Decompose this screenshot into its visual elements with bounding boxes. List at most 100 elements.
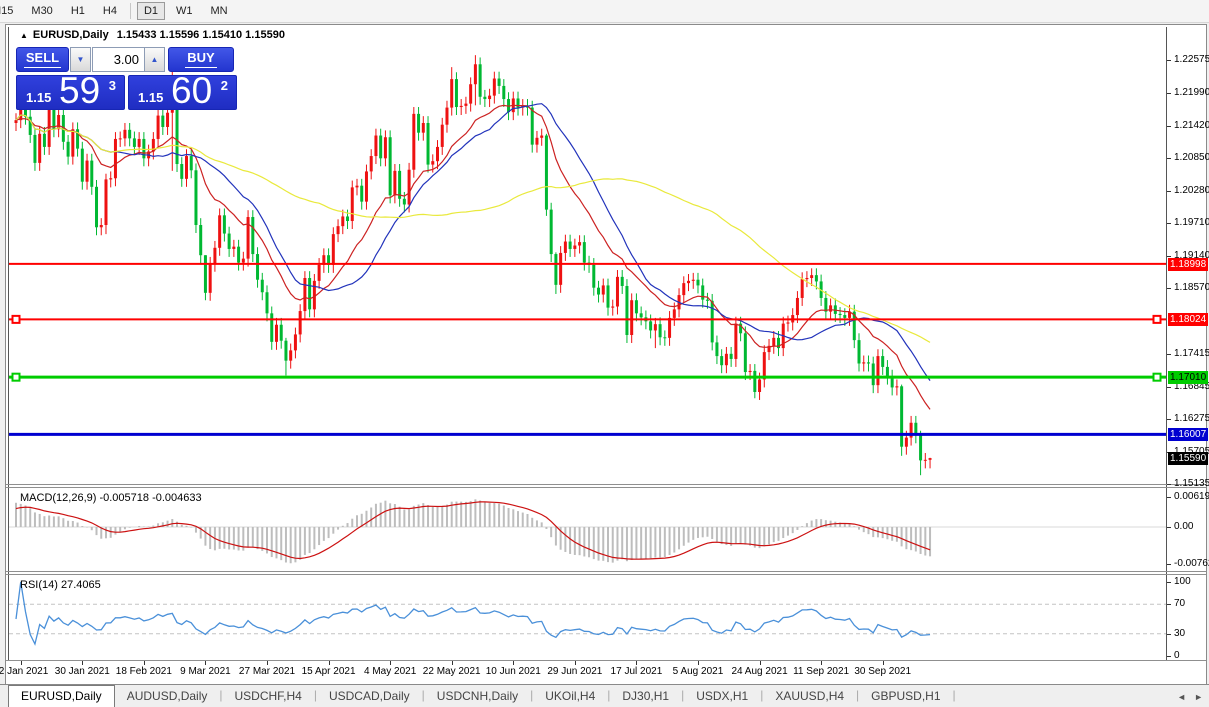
price-scale-label: 1.18570 <box>1174 282 1209 293</box>
time-axis-label: 9 Mar 2021 <box>180 666 231 677</box>
time-axis-tick <box>575 661 576 665</box>
buy-price-small: 1.15 <box>138 90 163 105</box>
price-scale-label: 1.20850 <box>1174 152 1209 163</box>
price-scale-label: 100 <box>1174 576 1191 587</box>
timeframe-toolbar: M15M30 H1H4 D1W1MN <box>0 0 1209 23</box>
price-scale-label: 0.006193 <box>1174 491 1209 502</box>
price-scale-label: 1.21990 <box>1174 87 1209 98</box>
time-axis-tick <box>267 661 268 665</box>
time-axis-label: 17 Jul 2021 <box>611 666 663 677</box>
time-axis-label: 30 Jan 2021 <box>55 666 110 677</box>
time-axis-label: 12 Jan 2021 <box>0 666 48 677</box>
toolbar-separator <box>130 3 131 19</box>
rsi-label: RSI(14) 27.4065 <box>20 579 101 591</box>
scale-tick-mark <box>1167 419 1171 420</box>
hline-price-badge: 1.16007 <box>1168 428 1208 441</box>
volume-increase-button[interactable]: ▲ <box>144 47 165 72</box>
time-axis-tick <box>21 661 22 665</box>
symbol-period-label: EURUSD,Daily <box>33 29 109 41</box>
time-axis-tick <box>205 661 206 665</box>
buy-price-box[interactable]: 1.15 60 2 <box>128 75 237 110</box>
scale-tick-mark <box>1167 656 1171 657</box>
time-axis-tick <box>760 661 761 665</box>
chart-tab-usdcnh-daily[interactable]: USDCNH,Daily <box>425 685 530 707</box>
pane-separator[interactable] <box>6 484 1206 485</box>
current-price-badge: 1.15590 <box>1168 452 1208 465</box>
hline-handle[interactable] <box>1154 374 1161 381</box>
sell-price-box[interactable]: 1.15 59 3 <box>16 75 125 110</box>
scale-tick-mark <box>1167 634 1171 635</box>
chart-tab-eurusd-daily[interactable]: EURUSD,Daily <box>8 685 115 707</box>
price-axis[interactable]: 1.22575 1.21990 1.21420 1.20850 1.20280 1.197… <box>1167 25 1206 684</box>
chart-tab-dj30-h1[interactable]: DJ30,H1 <box>610 685 681 707</box>
scale-tick-mark <box>1167 354 1171 355</box>
time-axis-label: 18 Feb 2021 <box>116 666 172 677</box>
tab-separator: | <box>953 685 956 707</box>
price-scale-label: -0.007621 <box>1174 558 1209 569</box>
timeframe-button-d1[interactable]: D1 <box>137 2 165 20</box>
chart-tab-ukoil-h4[interactable]: UKOil,H4 <box>533 685 607 707</box>
tabs-scroll-left-icon[interactable]: ◄ <box>1177 692 1186 702</box>
scale-tick-mark <box>1167 256 1171 257</box>
time-axis-label: 22 May 2021 <box>423 666 481 677</box>
time-axis-label: 24 Aug 2021 <box>731 666 787 677</box>
price-scale-label: 1.19710 <box>1174 217 1209 228</box>
scale-tick-mark <box>1167 604 1171 605</box>
time-axis-label: 11 Sep 2021 <box>793 666 849 677</box>
price-scale-label: 1.20280 <box>1174 185 1209 196</box>
scale-tick-mark <box>1167 582 1171 583</box>
chart-window[interactable]: ▲ EURUSD,Daily 1.15433 1.15596 1.15410 1.1… <box>5 24 1207 685</box>
time-axis-label: 27 Mar 2021 <box>239 666 295 677</box>
price-scale-label: 0 <box>1174 650 1180 661</box>
hline-price-badge: 1.17010 <box>1168 371 1208 384</box>
chart-title: ▲ EURUSD,Daily 1.15433 1.15596 1.15410 1.1… <box>20 29 285 41</box>
hline-handle[interactable] <box>13 316 20 323</box>
timeframe-button-m30[interactable]: M30 <box>24 2 59 20</box>
time-axis-label: 5 Aug 2021 <box>673 666 724 677</box>
ohlc-values: 1.15433 1.15596 1.15410 1.15590 <box>117 29 285 41</box>
sell-button-label: SELL <box>24 50 61 68</box>
chart-tab-audusd-daily[interactable]: AUDUSD,Daily <box>115 685 220 707</box>
scale-tick-mark <box>1167 497 1171 498</box>
sell-price-pip: 3 <box>109 78 116 93</box>
chart-tab-usdx-h1[interactable]: USDX,H1 <box>684 685 760 707</box>
buy-price-big: 60 <box>171 70 212 112</box>
hline-handle[interactable] <box>13 374 20 381</box>
volume-decrease-button[interactable]: ▼ <box>70 47 91 72</box>
timeframe-button-m15[interactable]: M15 <box>0 2 20 20</box>
buy-button-label: BUY <box>185 50 216 68</box>
time-axis-tick <box>698 661 699 665</box>
rsi-pane-canvas[interactable] <box>9 575 1166 660</box>
price-scale-label: 0.00 <box>1174 521 1193 532</box>
timeframe-button-h1[interactable]: H1 <box>64 2 92 20</box>
scale-tick-mark <box>1167 60 1171 61</box>
sell-button[interactable]: SELL <box>16 47 69 72</box>
pane-separator[interactable] <box>6 571 1206 572</box>
scale-tick-mark <box>1167 288 1171 289</box>
volume-input[interactable] <box>92 47 145 72</box>
chart-tab-bar: EURUSD,DailyAUDUSD,Daily|USDCHF,H4|USDCA… <box>0 684 1209 707</box>
one-click-collapse-icon[interactable]: ▲ <box>20 31 28 40</box>
chart-tab-xauusd-h4[interactable]: XAUUSD,H4 <box>763 685 856 707</box>
sell-price-small: 1.15 <box>26 90 51 105</box>
time-axis-label: 10 Jun 2021 <box>486 666 541 677</box>
pane-separator[interactable] <box>6 574 1206 575</box>
tabs-scroll-right-icon[interactable]: ► <box>1194 692 1203 702</box>
chart-tab-usdchf-h4[interactable]: USDCHF,H4 <box>223 685 314 707</box>
price-scale-label: 1.21420 <box>1174 120 1209 131</box>
timeframe-button-w1[interactable]: W1 <box>169 2 200 20</box>
hline-price-badge: 1.18998 <box>1168 258 1208 271</box>
mt4-application: M15M30 H1H4 D1W1MN ▲ EURUSD,Daily 1.15433 1.… <box>0 0 1209 707</box>
time-axis-tick <box>452 661 453 665</box>
buy-button[interactable]: BUY <box>168 47 234 72</box>
scale-tick-mark <box>1167 564 1171 565</box>
hline-handle[interactable] <box>1154 316 1161 323</box>
chart-tab-gbpusd-h1[interactable]: GBPUSD,H1 <box>859 685 952 707</box>
scale-tick-mark <box>1167 158 1171 159</box>
pane-separator[interactable] <box>6 487 1206 488</box>
macd-label: MACD(12,26,9) -0.005718 -0.004633 <box>20 492 202 504</box>
price-scale-label: 1.22575 <box>1174 54 1209 65</box>
timeframe-button-h4[interactable]: H4 <box>96 2 124 20</box>
timeframe-button-mn[interactable]: MN <box>204 2 235 20</box>
chart-tab-usdcad-daily[interactable]: USDCAD,Daily <box>317 685 422 707</box>
